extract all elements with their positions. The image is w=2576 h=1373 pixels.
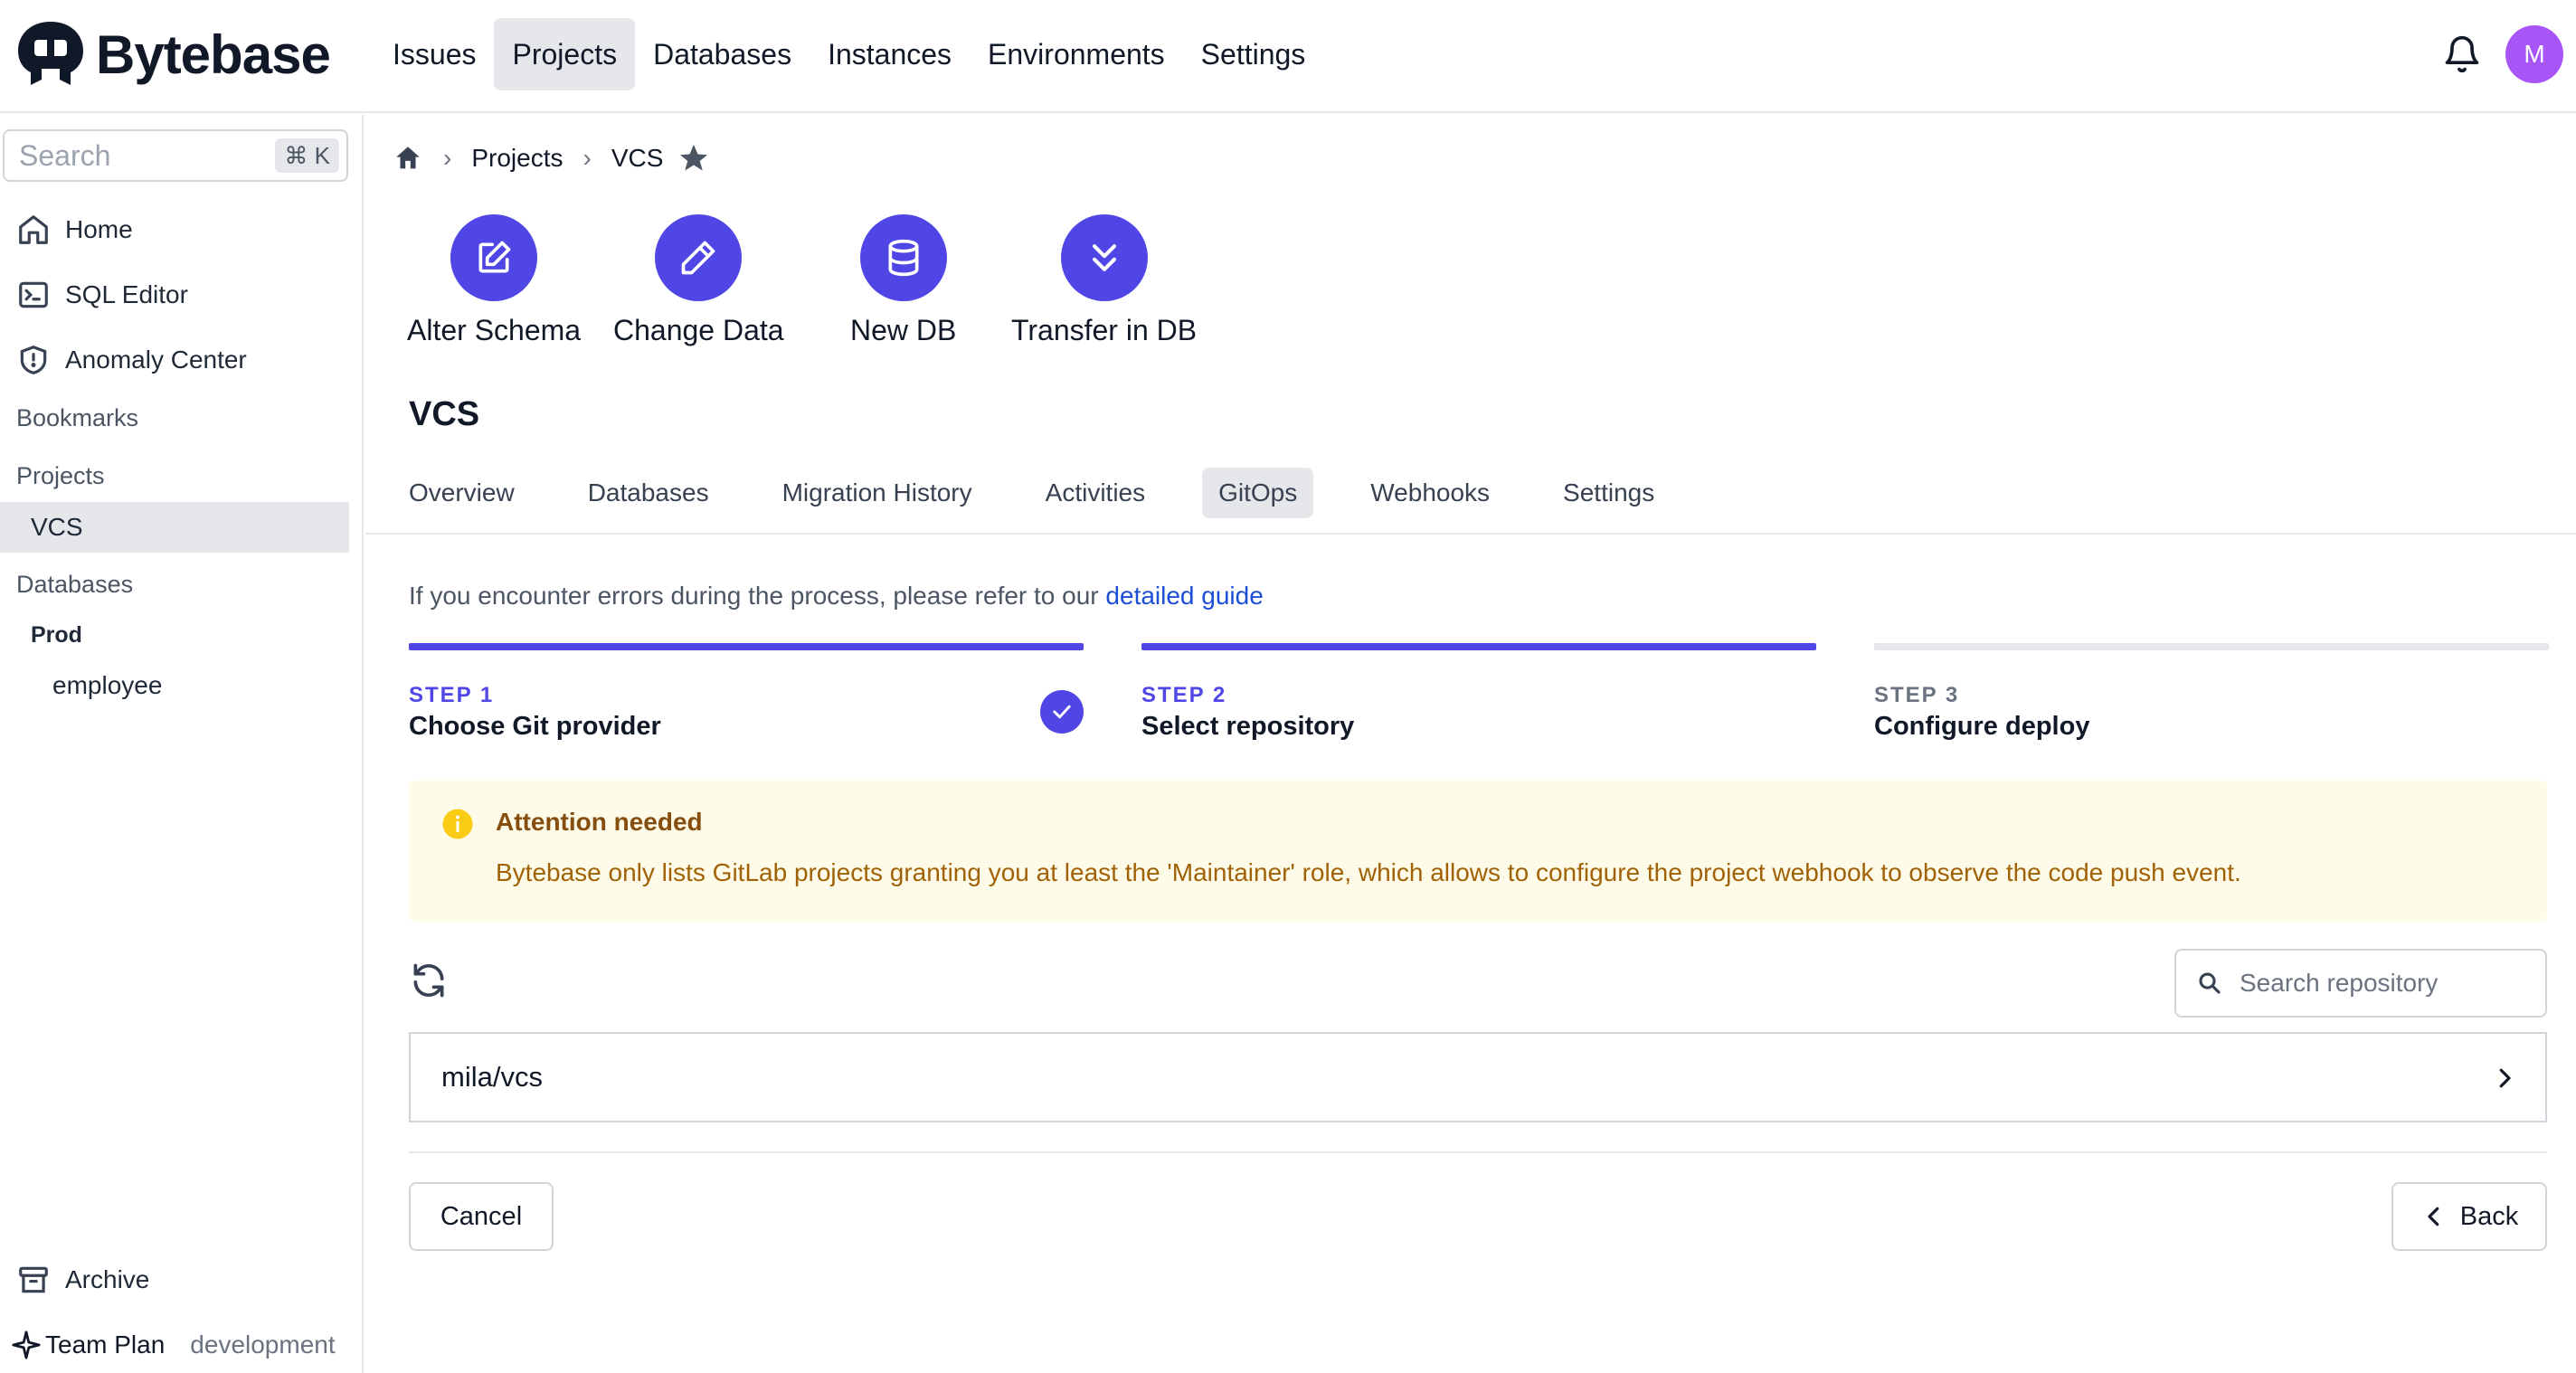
step-1-number: STEP 1 [409,683,495,707]
search-placeholder: Search repository [2240,969,2439,997]
chevron-right-icon: › [443,144,452,172]
mode-label: development [190,1330,336,1359]
edit-icon [478,241,511,273]
bytebase-logo-icon [18,22,83,85]
sidebar-item-home[interactable]: Home [16,207,133,252]
sidebar-item-archive[interactable]: Archive [16,1257,149,1302]
quick-action-transfer-in-db[interactable]: Transfer in DB [1011,214,1197,347]
bell-icon[interactable] [2442,34,2482,74]
shield-icon [20,346,47,374]
sidebar-item-anomaly-center[interactable]: Anomaly Center [16,337,247,383]
step-complete-check-icon [1040,690,1084,734]
guide-message: If you encounter errors during the proce… [409,582,1106,610]
quick-action-label: Transfer in DB [1011,314,1198,346]
step-1-name: Choose Git provider [409,712,661,741]
sidebar: Search ⌘ K Home SQL Editor Anomaly Cente… [0,115,364,1373]
sidebar-item-label: Anomaly Center [65,346,247,374]
detailed-guide-link[interactable]: detailed guide [1105,582,1263,610]
quick-action-label: New DB [850,314,957,346]
sidebar-item-sql-editor[interactable]: SQL Editor [16,272,188,317]
tab-databases[interactable]: Databases [572,468,725,518]
bookmarks-heading: Bookmarks [16,404,139,431]
quick-action-new-db[interactable]: New DB [850,214,956,347]
breadcrumb-current: VCS [611,144,664,172]
cancel-button[interactable]: Cancel [409,1182,554,1251]
sidebar-item-label: Home [65,215,133,243]
databases-heading: Databases [16,571,134,598]
archive-icon [19,1266,48,1293]
step-3-number: STEP 3 [1874,683,1960,707]
nav-environments[interactable]: Environments [970,18,1183,90]
pencil-icon [681,241,715,275]
quick-action-label: Change Data [613,314,784,346]
repository-name: mila/vcs [441,1061,543,1093]
terminal-icon [19,281,48,308]
attention-alert: Attention needed Bytebase only lists Git… [409,781,2547,922]
shortcut-badge: ⌘ K [275,138,339,173]
nav-issues[interactable]: Issues [374,18,494,90]
chevron-right-icon: › [582,144,592,172]
sidebar-project-label: VCS [31,513,83,541]
search-icon [2199,972,2221,994]
quick-action-change-data[interactable]: Change Data [613,214,784,347]
main-nav: Issues Projects Databases Instances Envi… [374,18,1323,90]
step-2-bar [1141,643,1816,650]
database-icon [888,239,919,277]
chevron-left-icon [2428,1207,2439,1226]
home-icon[interactable] [393,143,423,174]
breadcrumb: › Projects › VCS [393,142,710,175]
step-3-bar [1874,643,2549,650]
avatar[interactable]: M [2505,25,2563,83]
quick-action-alter-schema[interactable]: Alter Schema [407,214,581,347]
step-2-number: STEP 2 [1141,683,1227,707]
tab-migration-history[interactable]: Migration History [766,468,989,518]
footer-divider [409,1151,2547,1153]
nav-instances[interactable]: Instances [810,18,970,90]
info-icon [442,809,473,839]
tab-activities[interactable]: Activities [1029,468,1161,518]
nav-projects[interactable]: Projects [494,18,636,90]
chevron-right-icon [2499,1068,2511,1088]
alert-message: Bytebase only lists GitLab projects gran… [496,858,2241,886]
step-3-name: Configure deploy [1874,712,2090,741]
step-2-name: Select repository [1141,712,1355,741]
search-placeholder: Search [19,138,111,172]
sidebar-item-label: SQL Editor [65,280,188,308]
nav-databases[interactable]: Databases [635,18,810,90]
top-bar: Bytebase Issues Projects Databases Insta… [0,0,2576,113]
plan-info[interactable]: Team Plan development [11,1322,355,1368]
step-1-bar [409,643,1084,650]
tab-gitops[interactable]: GitOps [1202,468,1314,518]
sidebar-db-employee[interactable]: employee [52,663,162,708]
project-tabs: Overview Databases Migration History Act… [393,468,1711,518]
back-button-label: Back [2459,1201,2519,1231]
bytebase-logo[interactable]: Bytebase [14,18,331,90]
refresh-icon[interactable] [409,961,449,1000]
home-icon [19,215,48,244]
brand-name: Bytebase [96,24,331,85]
back-button[interactable]: Back [2391,1182,2547,1251]
sidebar-search-input[interactable]: Search ⌘ K [3,129,348,182]
repository-search-input[interactable]: Search repository [2174,949,2547,1018]
tab-settings[interactable]: Settings [1547,468,1671,518]
list-item[interactable]: mila/vcs [409,1032,2547,1122]
main-content: › Projects › VCS Alter Schema Change Dat… [365,115,2576,1373]
alert-title: Attention needed [496,808,703,836]
star-icon[interactable] [677,142,710,175]
chevrons-down-icon [1092,244,1116,271]
breadcrumb-projects[interactable]: Projects [471,144,563,173]
sparkle-icon [12,1330,41,1359]
guide-text: If you encounter errors during the proce… [409,582,1264,611]
page-title: VCS [409,395,480,433]
environment-prod[interactable]: Prod [31,612,82,658]
quick-action-label: Alter Schema [407,314,582,346]
sidebar-item-label: Archive [65,1265,150,1293]
tab-overview[interactable]: Overview [393,468,531,518]
plan-label: Team Plan [45,1330,166,1359]
tab-webhooks[interactable]: Webhooks [1354,468,1506,518]
nav-settings[interactable]: Settings [1183,18,1324,90]
projects-heading: Projects [16,462,105,489]
tabs-divider [365,533,2576,535]
